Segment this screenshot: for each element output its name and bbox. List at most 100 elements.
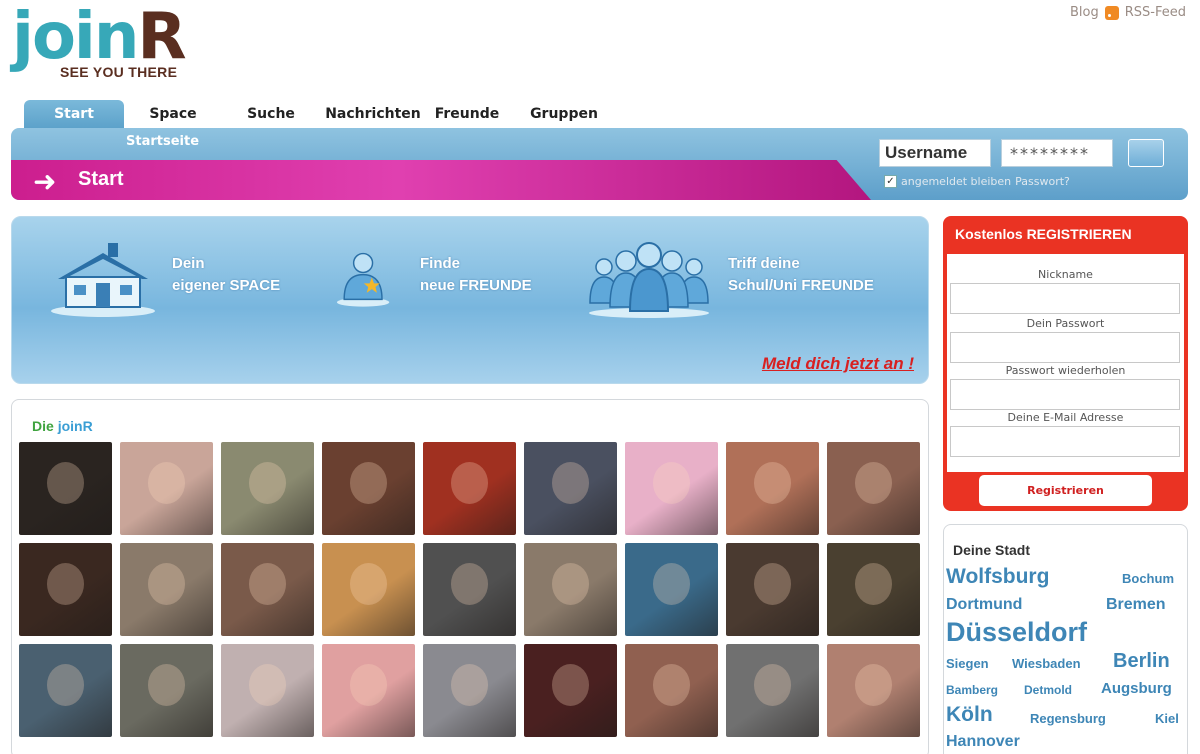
city-koeln[interactable]: Köln [946,703,993,727]
tab-suche[interactable]: Suche [222,100,320,130]
member-photo[interactable] [120,644,213,737]
member-photo[interactable] [625,644,718,737]
member-photo[interactable] [625,543,718,636]
member-photo[interactable] [221,442,314,535]
top-links: Blog RSS-Feed [1070,5,1186,20]
members-title: Die joinR [32,418,93,434]
tab-start[interactable]: Start [24,100,124,130]
city-bamberg[interactable]: Bamberg [946,683,998,697]
member-photo-grid [19,442,920,737]
member-photo[interactable] [322,442,415,535]
feature-banner: Dein eigener SPACE Finde neue FREUNDE Tr… [11,216,929,384]
arrow-right-icon: ➜ [33,165,57,198]
logo-tagline: SEE YOU THERE [60,64,178,80]
city-dortmund[interactable]: Dortmund [946,596,1022,614]
member-photo[interactable] [726,644,819,737]
members-title-brand: joinR [57,418,93,434]
city-augsburg[interactable]: Augsburg [1101,680,1172,697]
logo-word-main: join [12,0,139,74]
email-field[interactable] [950,426,1180,457]
remember-checkbox[interactable]: ✓ [884,175,897,188]
remember-label: angemeldet bleiben [901,175,1012,188]
rss-icon[interactable] [1104,5,1119,20]
nickname-input[interactable] [950,283,1180,314]
blog-link[interactable]: Blog [1070,5,1099,20]
city-wiesbaden[interactable]: Wiesbaden [1012,656,1081,671]
member-photo[interactable] [423,543,516,636]
city-siegen[interactable]: Siegen [946,656,989,671]
member-photo[interactable] [19,644,112,737]
group-users-icon [589,242,709,318]
signup-cta-link[interactable]: Meld dich jetzt an ! [762,354,914,374]
password-repeat-field[interactable] [950,379,1180,410]
city-regensburg[interactable]: Regensburg [1030,711,1106,726]
joinr-logo[interactable]: joinR SEE YOU THERE [12,0,202,86]
member-photo[interactable] [221,543,314,636]
members-panel: Die joinR [11,399,929,754]
members-title-prefix: Die [32,418,54,434]
city-kiel[interactable]: Kiel [1155,711,1179,726]
remember-login: ✓ angemeldet bleiben Passwort? [884,175,1070,188]
main-nav: Start Space Suche Nachrichten Freunde Gr… [24,100,620,130]
member-photo[interactable] [827,442,920,535]
user-star-icon [336,252,390,307]
password-label: Dein Passwort [1026,317,1105,330]
member-photo[interactable] [120,442,213,535]
subnav-startseite[interactable]: Startseite [126,134,199,149]
member-photo[interactable] [221,644,314,737]
password-repeat-label: Passwort wiederholen [1005,364,1126,377]
city-bochum[interactable]: Bochum [1122,571,1174,586]
member-photo[interactable] [726,543,819,636]
tab-nachrichten[interactable]: Nachrichten [320,100,426,130]
city-wolfsburg[interactable]: Wolfsburg [946,565,1049,589]
city-berlin[interactable]: Berlin [1113,650,1170,673]
forgot-password-link[interactable]: Passwort? [1015,175,1070,188]
member-photo[interactable] [827,543,920,636]
password-field[interactable] [950,332,1180,363]
feature-space-text: Dein eigener SPACE [172,253,280,297]
feature-friends-line1: Finde [420,255,460,272]
feature-friends: Finde neue FREUNDE [334,239,532,319]
feature-space-line2: eigener SPACE [172,277,281,294]
city-hannover[interactable]: Hannover [946,733,1020,751]
member-photo[interactable] [726,442,819,535]
member-photo[interactable] [19,543,112,636]
member-photo[interactable] [524,543,617,636]
city-bremen[interactable]: Bremen [1106,596,1166,614]
member-photo[interactable] [322,644,415,737]
tab-space[interactable]: Space [124,100,222,130]
register-header: Kostenlos REGISTRIEREN [955,226,1132,242]
city-box: Deine Stadt Wolfsburg Bochum Dortmund Br… [943,524,1188,754]
member-photo[interactable] [423,644,516,737]
feature-friends-text: Finde neue FREUNDE [420,253,532,297]
banner-title: Start [78,168,124,190]
register-form: Nickname Dein Passwort Passwort wiederho… [947,254,1184,472]
nickname-label: Nickname [1038,268,1093,281]
feature-school-text: Triff deine Schul/Uni FREUNDE [728,253,874,297]
password-input[interactable]: ******** [1001,139,1113,167]
feature-school: Triff deine Schul/Uni FREUNDE [584,239,874,319]
register-button[interactable]: Registrieren [979,475,1152,506]
username-input[interactable]: Username [879,139,991,167]
logo-word-accent: R [137,0,186,74]
member-photo[interactable] [625,442,718,535]
feature-friends-line2: neue FREUNDE [420,277,532,294]
member-photo[interactable] [322,543,415,636]
login-button[interactable] [1128,139,1164,167]
feature-space: Dein eigener SPACE [48,239,280,319]
feature-space-line1: Dein [172,255,205,272]
member-photo[interactable] [524,644,617,737]
city-detmold[interactable]: Detmold [1024,683,1072,697]
city-duesseldorf[interactable]: Düsseldorf [946,617,1087,648]
register-box: Kostenlos REGISTRIEREN Nickname Dein Pas… [943,216,1188,511]
member-photo[interactable] [423,442,516,535]
city-title: Deine Stadt [953,542,1031,558]
tab-freunde[interactable]: Freunde [426,100,508,130]
feature-school-line1: Triff deine [728,255,800,272]
tab-gruppen[interactable]: Gruppen [508,100,620,130]
member-photo[interactable] [120,543,213,636]
rss-feed-link[interactable]: RSS-Feed [1125,5,1186,20]
member-photo[interactable] [827,644,920,737]
member-photo[interactable] [524,442,617,535]
member-photo[interactable] [19,442,112,535]
